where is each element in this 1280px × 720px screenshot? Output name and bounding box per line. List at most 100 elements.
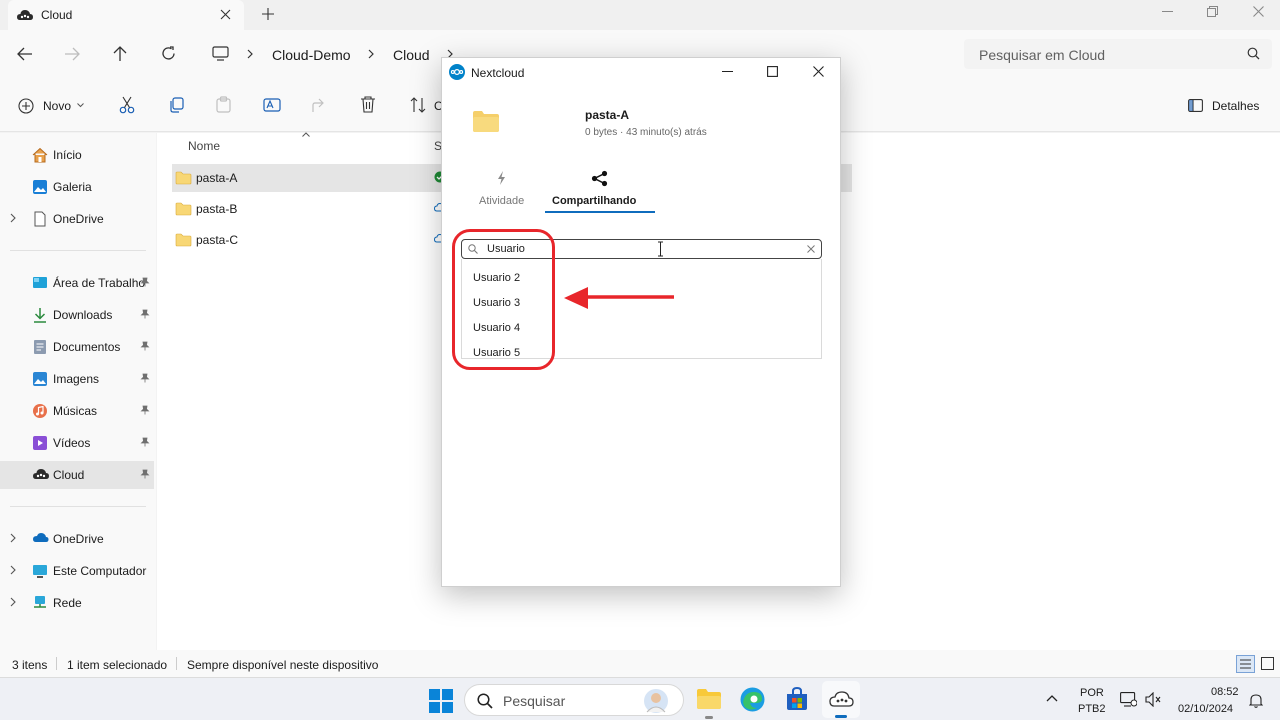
tab-atividade[interactable]: Atividade bbox=[472, 168, 532, 212]
sort-icon[interactable] bbox=[410, 97, 426, 113]
breadcrumb-item-cloud-demo[interactable]: Cloud-Demo bbox=[272, 47, 351, 63]
keyboard-layout[interactable]: PTB2 bbox=[1078, 703, 1106, 715]
breadcrumb-item-cloud[interactable]: Cloud bbox=[393, 47, 430, 63]
chevron-right-icon[interactable] bbox=[10, 213, 16, 223]
computer-icon[interactable] bbox=[212, 46, 229, 61]
onedrive-icon bbox=[32, 531, 49, 547]
search-box[interactable]: Pesquisar em Cloud bbox=[964, 39, 1272, 69]
status-divider bbox=[56, 657, 57, 670]
nav-item-galeria[interactable]: Galeria bbox=[0, 173, 154, 201]
pin-icon[interactable] bbox=[140, 437, 150, 447]
forward-arrow-icon[interactable] bbox=[64, 47, 80, 61]
nav-item-videos[interactable]: Vídeos bbox=[0, 429, 154, 457]
minimize-icon[interactable] bbox=[1162, 11, 1173, 13]
chevron-down-icon[interactable] bbox=[77, 103, 84, 108]
clock-time[interactable]: 08:52 bbox=[1211, 686, 1239, 698]
folder-large-icon bbox=[472, 110, 500, 133]
new-plus-icon[interactable] bbox=[18, 98, 34, 114]
cloud-app-icon bbox=[32, 467, 49, 483]
tab-compartilhando[interactable]: Compartilhando bbox=[545, 168, 655, 212]
clear-input-icon[interactable] bbox=[807, 245, 815, 253]
rename-icon[interactable] bbox=[263, 97, 281, 113]
nav-item-cloud[interactable]: Cloud bbox=[0, 461, 154, 489]
nav-item-label: Downloads bbox=[53, 308, 113, 322]
chevron-right-icon[interactable] bbox=[10, 565, 16, 575]
details-view-icon[interactable] bbox=[1236, 655, 1255, 673]
copy-icon[interactable] bbox=[168, 97, 184, 113]
folder-icon bbox=[175, 233, 192, 247]
maximize-icon[interactable] bbox=[767, 66, 778, 77]
notification-bell-icon[interactable] bbox=[1249, 693, 1263, 708]
taskbar-search[interactable]: Pesquisar bbox=[464, 684, 684, 716]
show-hidden-icons-icon[interactable] bbox=[1046, 695, 1058, 702]
nav-item-este-computador[interactable]: Este Computador bbox=[0, 557, 154, 585]
nav-item-downloads[interactable]: Downloads bbox=[0, 301, 154, 329]
edge-browser-icon[interactable] bbox=[740, 687, 765, 712]
nav-item-musicas[interactable]: Músicas bbox=[0, 397, 154, 425]
search-icon[interactable] bbox=[1247, 47, 1260, 60]
large-icons-view-icon[interactable] bbox=[1261, 657, 1274, 670]
clock-date[interactable]: 02/10/2024 bbox=[1178, 703, 1233, 715]
new-tab-icon[interactable] bbox=[262, 8, 274, 20]
nav-item-label: Este Computador bbox=[53, 564, 147, 578]
videos-icon bbox=[32, 435, 48, 451]
close-window-icon[interactable] bbox=[1253, 6, 1264, 17]
nav-item-onedrive[interactable]: OneDrive bbox=[0, 525, 154, 553]
search-icon bbox=[477, 693, 493, 709]
file-explorer-taskbar-icon[interactable] bbox=[696, 688, 722, 710]
pin-icon[interactable] bbox=[140, 341, 150, 351]
cut-icon[interactable] bbox=[119, 96, 135, 114]
network-status-icon[interactable] bbox=[1120, 692, 1137, 707]
pin-icon[interactable] bbox=[140, 373, 150, 383]
active-tab-indicator bbox=[545, 211, 655, 213]
chevron-right-icon[interactable] bbox=[10, 533, 16, 543]
volume-muted-icon[interactable] bbox=[1145, 692, 1162, 707]
cloud-taskbar-button[interactable] bbox=[822, 681, 860, 718]
back-arrow-icon[interactable] bbox=[17, 47, 33, 61]
cloud-app-icon bbox=[829, 689, 854, 709]
nav-item-label: Início bbox=[53, 148, 82, 162]
details-pane-icon[interactable] bbox=[1188, 99, 1203, 112]
close-dialog-icon[interactable] bbox=[813, 66, 824, 77]
nav-item-imagens[interactable]: Imagens bbox=[0, 365, 154, 393]
windows-start-icon[interactable] bbox=[429, 689, 453, 713]
pin-icon[interactable] bbox=[140, 469, 150, 479]
shared-folder-name: pasta-A bbox=[585, 108, 630, 122]
nav-item-label: Músicas bbox=[53, 404, 98, 418]
tab-close-icon[interactable] bbox=[220, 9, 231, 20]
breadcrumb-chevron-icon[interactable] bbox=[247, 49, 253, 59]
column-header-name[interactable]: Nome bbox=[188, 139, 220, 153]
nav-item-label: OneDrive bbox=[53, 532, 104, 546]
file-name: pasta-A bbox=[196, 171, 238, 185]
share-nodes-icon bbox=[591, 170, 608, 187]
nav-item-area-de-trabalho[interactable]: Área de Trabalho bbox=[0, 269, 154, 297]
tab-label: Atividade bbox=[479, 195, 525, 207]
share-icon[interactable] bbox=[312, 97, 328, 113]
search-input[interactable]: Pesquisar em Cloud bbox=[979, 47, 1105, 63]
refresh-icon[interactable] bbox=[161, 46, 176, 61]
nav-item-rede[interactable]: Rede bbox=[0, 589, 154, 617]
minimize-icon[interactable] bbox=[722, 71, 733, 73]
breadcrumb-chevron-icon[interactable] bbox=[368, 49, 374, 59]
nav-item-inicio[interactable]: Início bbox=[0, 141, 154, 169]
delete-icon[interactable] bbox=[360, 96, 376, 113]
text-cursor-icon bbox=[657, 241, 664, 257]
chevron-right-icon[interactable] bbox=[10, 597, 16, 607]
nav-item-documentos[interactable]: Documentos bbox=[0, 333, 154, 361]
tab-cloud[interactable]: Cloud bbox=[8, 0, 244, 30]
details-button[interactable]: Detalhes bbox=[1212, 99, 1259, 113]
up-arrow-icon[interactable] bbox=[113, 46, 127, 62]
pin-icon[interactable] bbox=[140, 277, 150, 287]
input-language[interactable]: POR bbox=[1080, 687, 1104, 699]
paste-icon[interactable] bbox=[216, 96, 231, 113]
status-item-count: 3 itens bbox=[12, 658, 48, 672]
restore-icon[interactable] bbox=[1207, 6, 1218, 17]
folder-icon bbox=[175, 171, 192, 185]
sort-up-icon[interactable] bbox=[302, 132, 310, 137]
navigation-pane: Início Galeria OneDrive Área de Trabalho… bbox=[0, 133, 156, 650]
nav-item-onedrive-personal[interactable]: OneDrive bbox=[0, 205, 154, 233]
pin-icon[interactable] bbox=[140, 309, 150, 319]
microsoft-store-icon[interactable] bbox=[785, 687, 809, 711]
pin-icon[interactable] bbox=[140, 405, 150, 415]
new-button[interactable]: Novo bbox=[43, 99, 71, 113]
